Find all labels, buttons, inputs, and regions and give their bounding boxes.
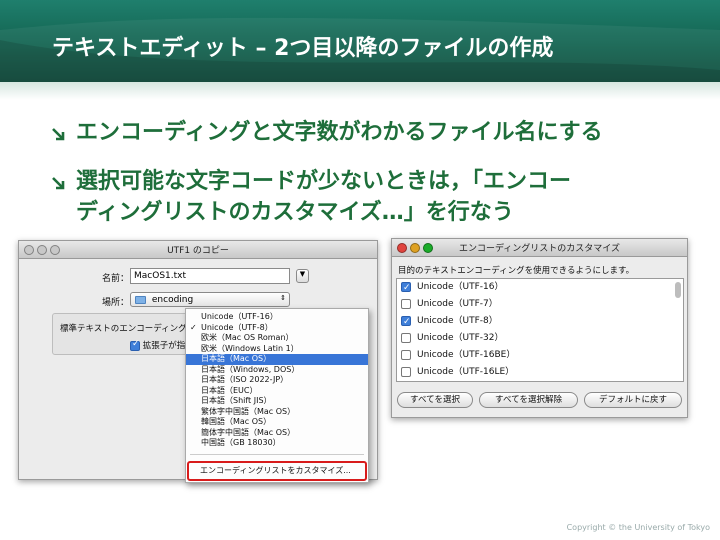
encoding-list-titlebar: エンコーディングリストのカスタマイズ: [392, 239, 687, 257]
bullet-2-continued: ディングリストのカスタマイズ…」を行なう: [76, 200, 514, 225]
scrollbar-thumb[interactable]: [675, 282, 681, 298]
bullet-2: 選択可能な文字コードが少ないときは，「エンコー: [76, 169, 572, 194]
location-value: encoding: [151, 295, 194, 305]
list-item[interactable]: Unicode（UTF-16LE）: [401, 364, 514, 381]
menu-item[interactable]: 日本語（ISO 2022-JP）: [186, 375, 368, 386]
copyright-notice: Copyright © the University of Tokyo: [566, 523, 710, 532]
slide-title: テキストエディット – 2つ目以降のファイルの作成: [52, 36, 554, 61]
title-banner: テキストエディット – 2つ目以降のファイルの作成: [0, 0, 720, 82]
menu-item[interactable]: 日本語（EUC）: [186, 386, 368, 397]
extension-checkbox[interactable]: [130, 339, 140, 351]
menu-item[interactable]: 欧米（Windows Latin 1）: [186, 344, 368, 355]
menu-item[interactable]: 韓国語（Mac OS）: [186, 417, 368, 428]
menu-item[interactable]: 欧米（Mac OS Roman）: [186, 333, 368, 344]
folder-icon: [135, 295, 146, 304]
list-item-checkbox[interactable]: [401, 349, 411, 360]
bullet-arrow-icon: [52, 177, 65, 190]
list-item[interactable]: Unicode（UTF-16BE）: [401, 347, 515, 364]
name-label: 名前：: [102, 274, 130, 284]
encoding-list-description: 目的のテキストエンコーディングを使用できるようにします。: [398, 266, 635, 276]
list-item-checkbox[interactable]: [401, 314, 411, 331]
bullet-arrow-icon: [52, 128, 65, 141]
list-item-checkbox[interactable]: [401, 366, 411, 377]
menu-item[interactable]: 繁体字中国語（Mac OS）: [186, 407, 368, 418]
menu-item-checked[interactable]: ✓ Unicode（UTF-8）: [186, 323, 368, 334]
bullet-1: エンコーディングと文字数がわかるファイル名にする: [76, 120, 603, 145]
save-dialog-titlebar: UTF1 のコピー: [19, 241, 377, 259]
expand-dialog-button[interactable]: ▼: [296, 269, 309, 283]
restore-default-button[interactable]: デフォルトに戻す: [584, 392, 682, 408]
location-label: 場所：: [102, 298, 130, 308]
encoding-label: 標準テキストのエンコーディング: [60, 324, 187, 334]
chevron-down-icon: ▼: [299, 270, 306, 278]
checkmark-icon: ✓: [190, 322, 197, 332]
menu-separator: [190, 454, 364, 455]
list-item[interactable]: Unicode（UTF-32）: [401, 330, 503, 347]
menu-item[interactable]: 日本語（Shift JIS）: [186, 396, 368, 407]
encoding-list-title: エンコーディングリストのカスタマイズ: [458, 244, 621, 254]
list-item[interactable]: Unicode（UTF-16）: [401, 279, 503, 297]
menu-item-selected[interactable]: 日本語（Mac OS）: [186, 354, 368, 365]
menu-item[interactable]: 簡体字中国語（Mac OS）: [186, 428, 368, 439]
updown-icon: ⇕: [280, 294, 286, 302]
list-item-checkbox[interactable]: [401, 280, 411, 297]
menu-item[interactable]: Unicode（UTF-16）: [186, 312, 368, 323]
banner-shadow: [0, 82, 720, 100]
encoding-list[interactable]: Unicode（UTF-16） Unicode（UTF-7） Unicode（U…: [396, 278, 684, 382]
select-all-button[interactable]: すべてを選択: [397, 392, 473, 408]
list-item[interactable]: Unicode（UTF-8）: [401, 313, 498, 331]
list-item[interactable]: Unicode（UTF-7）: [401, 296, 498, 313]
menu-item[interactable]: 中国語（GB 18030）: [186, 438, 368, 449]
deselect-all-button[interactable]: すべてを選択解除: [479, 392, 578, 408]
list-item-checkbox[interactable]: [401, 332, 411, 343]
customize-highlight-box: [187, 461, 367, 481]
location-popup[interactable]: encoding ⇕: [130, 292, 290, 307]
menu-item[interactable]: 日本語（Windows, DOS）: [186, 365, 368, 376]
encoding-dropdown-menu[interactable]: Unicode（UTF-16） ✓ Unicode（UTF-8） 欧米（Mac O…: [185, 308, 369, 483]
save-dialog-title: UTF1 のコピー: [167, 246, 229, 256]
file-name-field[interactable]: MacOS1.txt: [130, 268, 290, 284]
list-item-checkbox[interactable]: [401, 298, 411, 309]
